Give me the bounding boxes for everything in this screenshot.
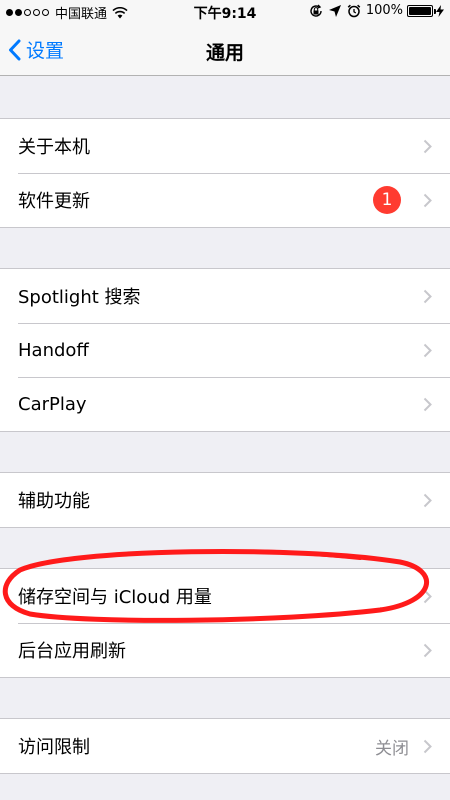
location-icon [328,4,341,17]
row-spotlight-search[interactable]: Spotlight 搜索 [0,269,450,323]
battery-icon [407,4,436,17]
chevron-right-icon [423,397,432,411]
alarm-icon [347,4,361,17]
row-software-update[interactable]: 软件更新 1 [0,173,450,227]
screen: 中国联通 下午9:14 100% 设置 通用 关于本机 软件更新 1 Spotl… [0,0,450,800]
chevron-right-icon [423,493,432,507]
row-background-app-refresh[interactable]: 后台应用刷新 [0,623,450,677]
chevron-right-icon [423,343,432,357]
battery-percent: 100% [365,3,403,18]
row-label: 辅助功能 [18,491,90,512]
charging-bolt-icon [436,4,444,17]
row-about[interactable]: 关于本机 [0,119,450,173]
chevron-right-icon [423,193,432,207]
settings-group-storage: 储存空间与 iCloud 用量 后台应用刷新 [0,568,450,678]
page-title: 通用 [205,42,244,64]
restrictions-status: 关闭 [375,738,409,759]
row-label: CarPlay [18,393,87,415]
chevron-right-icon [423,289,432,303]
row-label: 后台应用刷新 [18,641,126,662]
chevron-right-icon [423,643,432,657]
row-label: 储存空间与 iCloud 用量 [18,587,212,608]
status-bar: 中国联通 下午9:14 100% [0,0,450,24]
status-right: 100% [309,3,444,18]
row-label: 软件更新 [18,191,90,212]
settings-group-continuity: Spotlight 搜索 Handoff CarPlay [0,268,450,432]
settings-group-accessibility: 辅助功能 [0,472,450,528]
settings-group-about: 关于本机 软件更新 1 [0,118,450,228]
update-count-badge: 1 [373,186,401,214]
chevron-right-icon [423,139,432,153]
row-label: Spotlight 搜索 [18,287,141,308]
navigation-bar: 设置 通用 [0,24,450,76]
row-carplay[interactable]: CarPlay [0,377,450,431]
rotation-lock-icon [310,4,322,17]
row-accessibility[interactable]: 辅助功能 [0,473,450,527]
row-restrictions[interactable]: 访问限制 关闭 [0,719,450,773]
row-label: 访问限制 [18,737,90,758]
row-storage-icloud-usage[interactable]: 储存空间与 iCloud 用量 [0,569,450,623]
chevron-right-icon [423,739,432,753]
row-handoff[interactable]: Handoff [0,323,450,377]
row-label: Handoff [18,339,89,361]
row-label: 关于本机 [18,137,90,158]
chevron-right-icon [423,589,432,603]
settings-group-restrictions: 访问限制 关闭 [0,718,450,774]
